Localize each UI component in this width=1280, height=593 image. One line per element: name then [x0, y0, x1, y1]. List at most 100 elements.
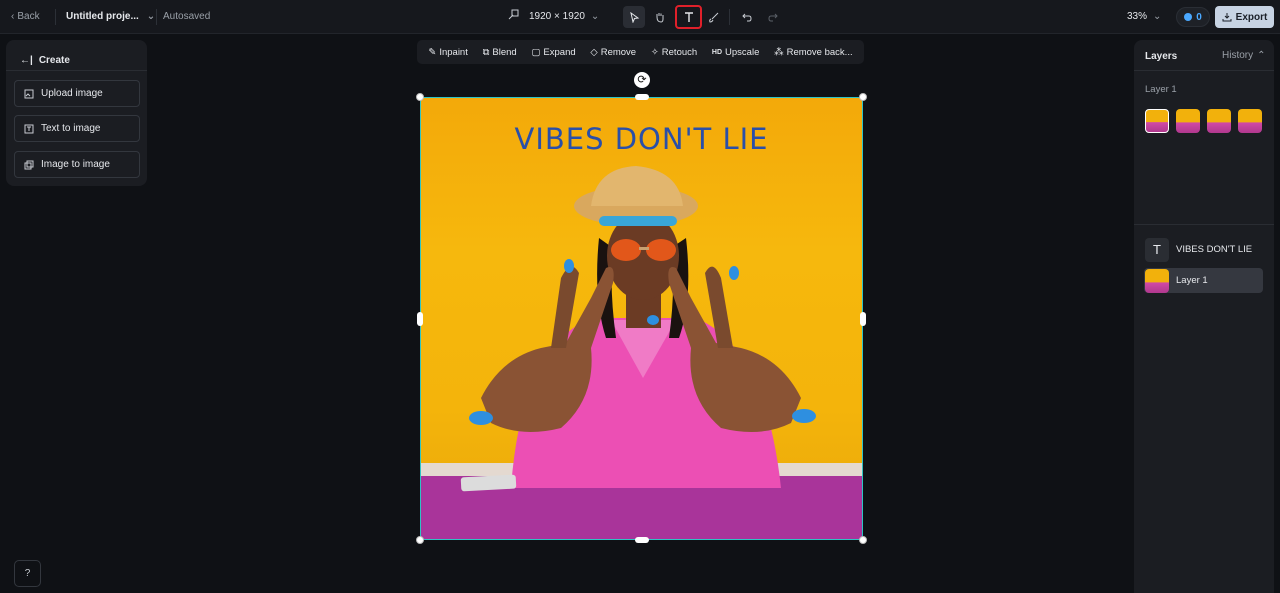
blend-icon: ⧉ [482, 46, 490, 58]
expand-label: Expand [543, 46, 576, 58]
collapse-panel-icon: ←| [20, 55, 33, 66]
upload-image-button[interactable]: Upload image [14, 80, 140, 107]
brush-icon [709, 12, 719, 23]
text-icon [684, 12, 693, 22]
divider [1134, 224, 1274, 225]
chevron-down-icon: ⌄ [1153, 11, 1162, 22]
expand-button[interactable]: ▢ Expand [531, 47, 575, 58]
variant-thumbnail[interactable] [1145, 109, 1169, 133]
credits-badge[interactable]: 0 [1176, 7, 1210, 27]
export-button[interactable]: Export [1215, 6, 1274, 28]
history-label: History [1222, 50, 1254, 61]
variant-thumbnail[interactable] [1176, 109, 1200, 133]
resize-handle-top-left[interactable] [416, 93, 424, 101]
upload-image-icon [24, 89, 34, 98]
resize-handle-top-right[interactable] [859, 93, 867, 101]
eraser-icon: ◇ [590, 46, 598, 58]
layers-tab[interactable]: Layers [1145, 51, 1177, 62]
divider [729, 9, 730, 25]
zoom-value: 33% [1127, 11, 1148, 22]
resize-icon [508, 9, 519, 23]
blend-button[interactable]: ⧉ Blend [483, 47, 517, 58]
canvas-text-overlay[interactable]: VIBES DON'T LIE [421, 122, 862, 156]
credits-icon [1184, 13, 1193, 21]
blend-label: Blend [492, 46, 517, 58]
select-tool-button[interactable] [623, 6, 645, 28]
hand-icon [656, 13, 664, 23]
chevron-down-icon: ⌄ [146, 11, 156, 22]
redo-icon [768, 13, 778, 22]
image-layer-thumbnail [1145, 268, 1169, 293]
layer-row-image[interactable]: Layer 1 [1144, 268, 1263, 293]
image-to-image-label: Image to image [41, 159, 110, 170]
expand-icon: ▢ [531, 46, 541, 58]
inpaint-button[interactable]: ✎ Inpaint [428, 47, 468, 58]
edit-toolbar: ✎ Inpaint ⧉ Blend ▢ Expand ◇ Remove ✧ Re… [417, 40, 864, 64]
variant-thumbnail[interactable] [1238, 109, 1262, 133]
remove-label: Remove [600, 46, 637, 58]
resize-handle-bottom[interactable] [635, 537, 649, 543]
resize-handle-top[interactable] [635, 94, 649, 100]
rotate-handle[interactable]: ⟳ [634, 72, 650, 88]
chevron-down-icon: ⌄ [590, 10, 600, 22]
divider [1134, 70, 1274, 71]
inpaint-icon: ✎ [428, 46, 437, 58]
layer-row-text[interactable]: T VIBES DON'T LIE [1144, 237, 1263, 262]
text-layer-icon: T [1145, 237, 1169, 262]
remove-background-button[interactable]: ⁂ Remove back... [774, 47, 853, 58]
resize-handle-left[interactable] [417, 312, 423, 326]
image-to-image-button[interactable]: Image to image [14, 151, 140, 178]
layer-name: Layer 1 [1176, 275, 1208, 286]
resize-handle-bottom-left[interactable] [416, 536, 424, 544]
remove-button[interactable]: ◇ Remove [590, 47, 636, 58]
layers-panel: Layers History ⌃ Layer 1 T VIBES DON'T L… [1134, 40, 1274, 593]
text-tool-button[interactable] [675, 5, 702, 29]
help-icon: ? [24, 568, 31, 579]
upscale-button[interactable]: HD Upscale [712, 47, 759, 58]
divider [6, 70, 147, 71]
retouch-label: Retouch [661, 46, 698, 58]
layer-name: VIBES DON'T LIE [1176, 244, 1253, 255]
upscale-label: Upscale [725, 46, 760, 58]
image-to-image-icon [24, 160, 34, 169]
hd-badge: HD [711, 48, 723, 56]
create-title: Create [38, 55, 70, 66]
chevron-left-icon: ‹ [11, 11, 15, 22]
resize-handle-bottom-right[interactable] [859, 536, 867, 544]
text-to-image-button[interactable]: Text to image [14, 115, 140, 142]
create-panel-toggle[interactable]: ←| Create [20, 55, 70, 66]
project-name: Untitled proje... [66, 11, 139, 22]
help-button[interactable]: ? [14, 560, 41, 587]
canvas-size-value: 1920 × 1920 [529, 10, 585, 22]
layer-group-label: Layer 1 [1145, 84, 1177, 95]
top-bar: ‹ Back Untitled proje... ⌄ Autosaved 192… [0, 0, 1280, 34]
create-panel: ←| Create Upload image Text to image Ima… [6, 40, 147, 186]
autosaved-status: Autosaved [163, 11, 211, 22]
photo-illustration [421, 166, 862, 539]
inpaint-label: Inpaint [439, 46, 468, 58]
canvas-image[interactable]: VIBES DON'T LIE [420, 97, 863, 540]
brush-tool-button[interactable] [703, 6, 725, 28]
upload-image-label: Upload image [41, 88, 103, 99]
redo-button[interactable] [762, 6, 784, 28]
resize-handle-right[interactable] [860, 312, 866, 326]
undo-icon [742, 13, 752, 22]
back-button[interactable]: ‹ Back [11, 11, 40, 22]
retouch-button[interactable]: ✧ Retouch [651, 47, 697, 58]
variant-thumbnail[interactable] [1207, 109, 1231, 133]
undo-button[interactable] [736, 6, 758, 28]
export-label: Export [1235, 11, 1268, 23]
canvas-size-dropdown[interactable]: 1920 × 1920 ⌄ [508, 9, 599, 23]
history-tab[interactable]: History ⌃ [1222, 50, 1266, 61]
chevron-up-icon: ⌃ [1257, 50, 1266, 61]
back-label: Back [17, 11, 40, 22]
divider [55, 9, 56, 25]
cursor-icon [629, 11, 639, 23]
zoom-dropdown[interactable]: 33% ⌄ [1127, 11, 1161, 22]
text-to-image-icon [24, 124, 34, 133]
text-to-image-label: Text to image [41, 123, 101, 134]
project-name-dropdown[interactable]: Untitled proje... ⌄ [66, 11, 155, 22]
retouch-icon: ✧ [650, 46, 659, 58]
hand-tool-button[interactable] [649, 6, 671, 28]
credits-value: 0 [1196, 11, 1202, 23]
